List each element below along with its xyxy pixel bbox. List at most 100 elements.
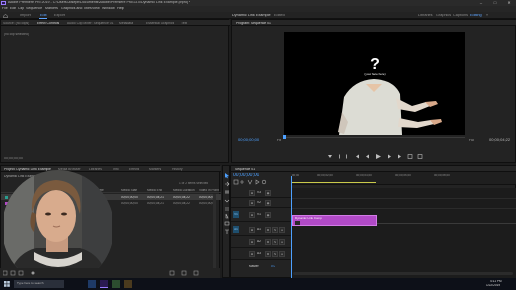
sync-lock-icon[interactable]: ⊕ [249,190,255,196]
menu-edit[interactable]: Edit [10,7,16,11]
resolution-dropdown[interactable]: Full [469,139,474,142]
track-area[interactable]: Dynamic Link Comp [292,188,516,278]
workspace-editing[interactable]: Editing [470,14,482,18]
project-scrollbar[interactable] [213,194,216,274]
menu-sequence[interactable]: Sequence [26,7,42,11]
sync-lock-icon[interactable]: ⊕ [249,239,255,245]
source-patch-a1[interactable]: A1 [233,226,239,233]
step-forward-icon[interactable] [388,154,391,159]
tab-effects[interactable]: Effects [129,168,139,171]
taskbar-date[interactable]: 1/22/2019 [486,284,500,287]
type-tool-icon[interactable] [225,229,229,234]
add-marker-icon[interactable] [328,155,332,158]
nest-toggle-icon[interactable] [233,179,239,185]
source-patch-v1[interactable]: V1 [233,211,239,218]
windows-start-icon[interactable] [4,281,10,287]
col-media-start[interactable]: Media Start [121,189,137,192]
tab-markers[interactable]: Markers [149,168,161,171]
voiceover-icon[interactable]: ● [279,227,285,233]
col-media-end[interactable]: Media End [147,189,162,192]
mute-button[interactable]: M [265,251,271,257]
workspace-captions[interactable]: Captions [453,14,468,18]
fit-dropdown[interactable]: Fit [277,139,281,142]
chrome-icon[interactable] [112,280,120,288]
tab-effect-controls[interactable]: Effect Controls [37,22,59,25]
workspace-more[interactable]: » [486,14,488,18]
tab-history[interactable]: History [172,168,183,171]
sync-lock-icon[interactable]: ⊕ [249,251,255,257]
list-view-icon[interactable] [10,270,16,276]
timeline-zoom-scrollbar[interactable] [293,272,513,275]
workspace-import[interactable]: Import [20,14,31,18]
menu-graphics[interactable]: Graphics and Titles [61,7,92,11]
workspace-export[interactable]: Export [54,14,65,18]
premiere-taskbar-icon[interactable] [100,280,108,288]
step-back-icon[interactable] [366,154,369,159]
solo-button[interactable]: S [272,227,278,233]
menu-file[interactable]: File [2,7,8,11]
export-frame-icon[interactable] [417,154,423,159]
voiceover-icon[interactable]: ● [279,239,285,245]
menu-view[interactable]: View [92,7,100,11]
toggle-output-icon[interactable]: ◉ [265,200,271,206]
zoom-slider-icon[interactable] [31,271,35,275]
workspace-libraries[interactable]: Libraries [418,14,433,18]
icon-view-icon[interactable] [18,270,24,276]
timeline-clip[interactable]: Dynamic Link Comp [292,215,377,226]
tab-audio-clip-mixer[interactable]: Audio Clip Mixer: Sequence 01 [67,22,114,25]
new-item-icon[interactable] [181,270,187,276]
col-video-in[interactable]: Video In Point [199,189,219,192]
hand-tool-icon[interactable] [224,221,230,226]
master-volume[interactable]: 0.0 [271,265,275,268]
tab-info[interactable]: Info [113,168,119,171]
obs-icon[interactable] [124,280,132,288]
ripple-edit-tool-icon[interactable] [225,190,229,194]
program-playhead[interactable] [283,135,286,139]
mark-in-icon[interactable] [339,154,340,159]
toggle-output-icon[interactable]: ◉ [265,190,271,196]
mute-button[interactable]: M [265,239,271,245]
snap-icon[interactable] [240,180,244,184]
taskbar-time[interactable]: 4:11 PM [490,280,502,283]
sync-lock-icon[interactable]: ⊕ [249,200,255,206]
taskbar-search-box[interactable]: Type here to search [14,280,64,288]
add-marker-icon[interactable] [255,179,260,185]
selection-tool-icon[interactable] [225,173,229,179]
workspace-graphics[interactable]: Graphics [436,14,451,18]
go-to-out-icon[interactable] [398,154,401,159]
tab-metadata[interactable]: Metadata [119,22,133,25]
timeline-timecode[interactable]: 00;00;00;00 [233,173,259,178]
sync-lock-icon[interactable]: ⊕ [249,212,255,218]
toggle-output-icon[interactable]: ◉ [265,212,271,218]
tab-source[interactable]: Source: (no clips) [3,22,29,25]
mark-out-icon[interactable] [346,154,347,159]
timeline-settings-icon[interactable] [261,179,267,185]
program-timecode[interactable]: 00;00;00;00 [238,138,259,142]
clear-icon[interactable] [193,270,199,276]
menu-window[interactable]: Window [102,7,115,11]
menu-help[interactable]: Help [117,7,124,11]
new-bin-icon[interactable] [169,270,175,276]
pen-tool-icon[interactable] [225,213,229,219]
lock-icon[interactable] [3,270,8,276]
tab-essential-graphics[interactable]: Essential Graphics [146,22,174,25]
mute-button[interactable]: M [265,227,271,233]
tab-sequence-01[interactable]: Sequence 01 [235,168,255,171]
razor-tool-icon[interactable] [224,199,230,203]
linked-selection-icon[interactable] [247,179,253,185]
solo-button[interactable]: S [272,251,278,257]
explorer-icon[interactable] [88,280,96,288]
track-select-tool-icon[interactable] [225,181,230,187]
menu-clip[interactable]: Clip [18,7,24,11]
menu-markers[interactable]: Markers [45,7,58,11]
col-media-duration[interactable]: Media Duration [173,189,195,192]
solo-button[interactable]: S [272,239,278,245]
source-timecode[interactable]: 00;00;00;00 [4,157,23,161]
home-icon[interactable] [3,13,8,18]
timeline-ruler[interactable]: :00;00 00;00;02;00 00;00;04;00 00;00;06;… [291,172,516,185]
tab-program[interactable]: Program: Sequence 01 [236,22,271,25]
slip-tool-icon[interactable] [225,207,229,211]
go-to-in-icon[interactable] [356,154,359,159]
play-icon[interactable] [376,154,381,159]
voiceover-icon[interactable]: ● [279,251,285,257]
